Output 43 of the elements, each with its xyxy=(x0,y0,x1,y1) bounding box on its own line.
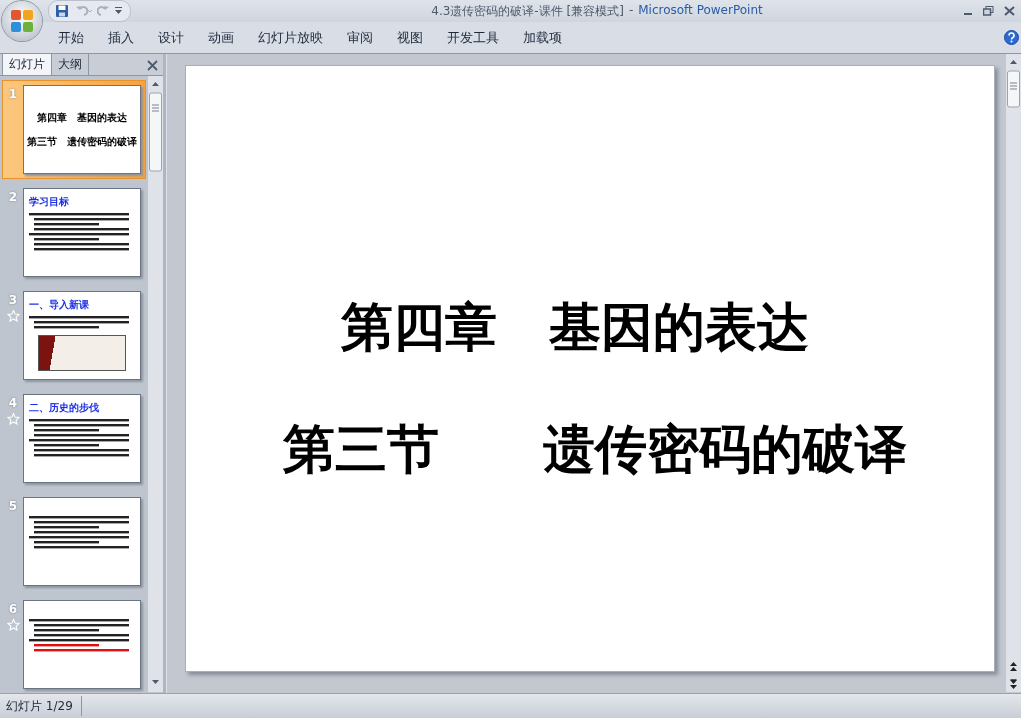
close-icon[interactable] xyxy=(147,60,158,71)
slide-thumbnail-row[interactable]: 4 二、历史的步伐 xyxy=(2,389,146,488)
customize-dropdown-icon[interactable] xyxy=(115,7,122,15)
ribbon-tab[interactable]: 动画 xyxy=(208,24,234,51)
slide-title: 第四章 基因的表达 xyxy=(340,294,809,359)
slide-number: 1 xyxy=(8,87,18,101)
ribbon-tab[interactable]: 开发工具 xyxy=(447,24,499,51)
ribbon-tab[interactable]: 审阅 xyxy=(347,24,373,51)
thumbnail-title: 第三节 遗传密码的破译 xyxy=(27,134,137,149)
app-name: Microsoft PowerPoint xyxy=(638,2,763,19)
pane-tab[interactable]: 幻灯片 xyxy=(2,53,52,75)
help-icon[interactable] xyxy=(1004,30,1019,45)
thumbnail-title: 第四章 基因的表达 xyxy=(37,110,127,125)
ribbon-tab[interactable]: 视图 xyxy=(397,24,423,51)
slide-number: 2 xyxy=(8,190,18,204)
title-separator: - xyxy=(628,2,634,19)
slide-thumbnail-row[interactable]: 3 一、导入新课 xyxy=(2,286,146,385)
slide-title: 第三节 遗传密码的破译 xyxy=(282,416,907,481)
restore-icon[interactable] xyxy=(983,6,994,16)
office-button[interactable] xyxy=(2,1,42,41)
vertical-scrollbar[interactable] xyxy=(1006,54,1021,692)
thumbnail-heading: 二、历史的步伐 xyxy=(29,401,100,415)
save-icon xyxy=(55,4,69,18)
close-icon[interactable] xyxy=(1004,6,1015,16)
ribbon-tab[interactable]: 加载项 xyxy=(523,24,562,51)
ribbon-tab[interactable]: 开始 xyxy=(58,24,84,51)
document-title: 4.3遗传密码的破译-课件 [兼容模式] xyxy=(431,2,624,20)
redo-icon xyxy=(97,4,111,18)
thumbnail-heading: 学习目标 xyxy=(29,195,70,209)
save-button[interactable] xyxy=(55,3,69,19)
slide-number: 3 xyxy=(8,293,18,307)
ribbon-tab[interactable]: 插入 xyxy=(108,24,134,51)
slide-number: 4 xyxy=(8,396,18,410)
logo-icon xyxy=(9,8,35,34)
ribbon-tab[interactable]: 幻灯片放映 xyxy=(258,24,323,51)
slide-number: 5 xyxy=(8,499,18,513)
slide-thumbnail-row[interactable]: 1 第四章 基因的表达 第三节 遗传密码的破译 xyxy=(2,80,146,179)
ribbon-tab[interactable]: 设计 xyxy=(158,24,184,51)
vertical-scrollbar[interactable] xyxy=(148,76,163,692)
thumbnail-heading: 一、导入新课 xyxy=(29,298,90,312)
slide-number: 6 xyxy=(8,602,18,616)
slide-thumbnail-row[interactable]: 2 学习目标 xyxy=(2,183,146,282)
slide-indicator: 幻灯片 1/29 xyxy=(0,696,82,716)
